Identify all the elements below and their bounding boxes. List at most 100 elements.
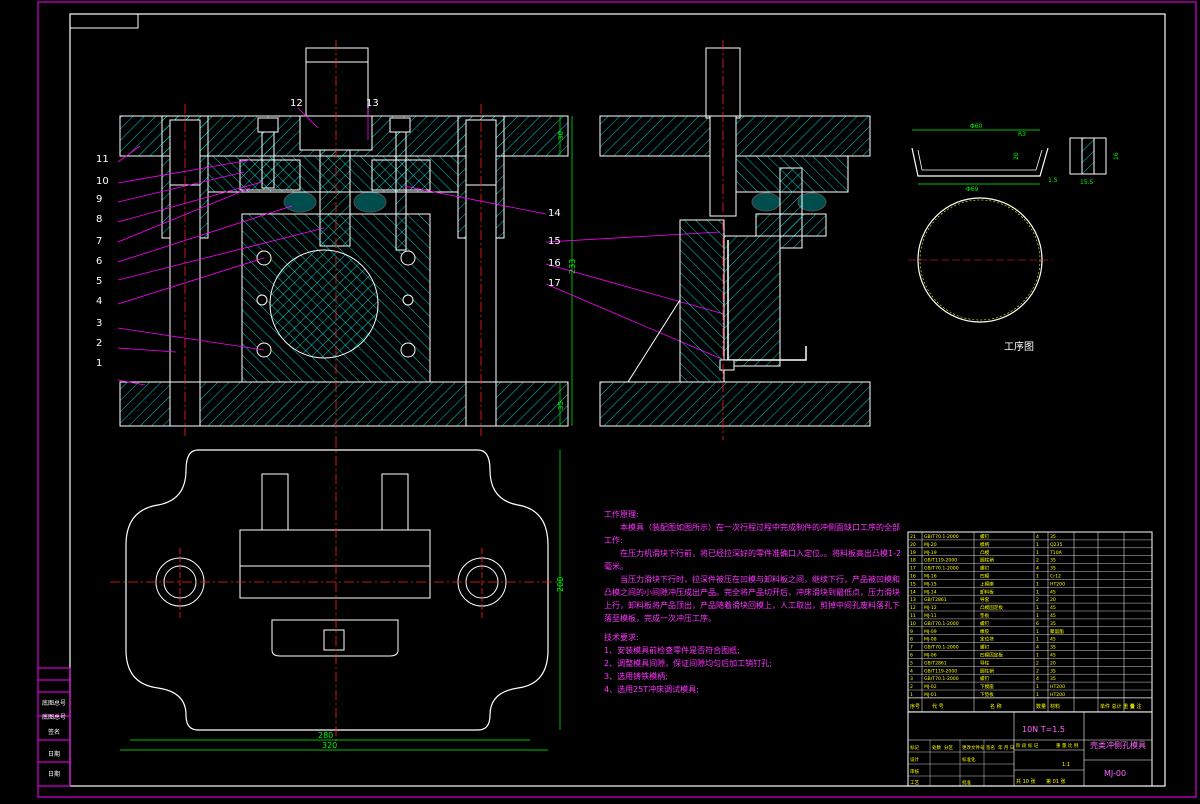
callout-10: 10 bbox=[96, 176, 109, 187]
dim-plan-height: 200 bbox=[556, 577, 565, 592]
bom-cell: Q235 bbox=[1050, 542, 1062, 548]
bom-table: 21 GB/T70.1-2000 螺钉 4 3520 MJ-20 模柄 1 Q23519 MJ-1… bbox=[907, 531, 1153, 713]
bom-cell: 螺钉 bbox=[980, 620, 990, 627]
callout-2: 2 bbox=[96, 338, 102, 349]
bom-cell: MJ-20 bbox=[924, 542, 937, 548]
bom-cell: MJ-08 bbox=[924, 637, 937, 643]
requirements-heading: 技术要求: bbox=[604, 633, 639, 642]
bom-cell: 2 bbox=[1036, 558, 1039, 564]
bom-cell: HT200 bbox=[1050, 684, 1065, 690]
dim-bottom-plate: 35 bbox=[557, 401, 565, 410]
bom-cell: 导柱 bbox=[980, 659, 990, 666]
bom-cell: GB/T119-2000 bbox=[924, 668, 957, 674]
tb-label-7: 标准化 bbox=[962, 756, 976, 763]
drawing-title: 壳类冲侧孔模具 bbox=[1090, 740, 1146, 750]
tb-label-12: 重 量 bbox=[1056, 742, 1067, 749]
tb-label-0: 标记 bbox=[910, 744, 919, 751]
bom-cell: 1 bbox=[1036, 653, 1039, 659]
notes-heading: 工作原理: bbox=[604, 510, 639, 519]
cad-drawing: 底图总号 底图总号 签名 日期 日期 233 30 35 1 2 3 4 5 6… bbox=[37, 1, 1197, 798]
tb-label-5: 年 月 日 bbox=[998, 744, 1014, 751]
tb-label-6: 设计 bbox=[910, 756, 919, 763]
bom-cell: GB/T70.1-2000 bbox=[924, 566, 959, 572]
bom-cell: 16 bbox=[910, 574, 916, 580]
tb-label-10: 批准 bbox=[962, 779, 971, 786]
tb-label-11: 阶 段 标 记 bbox=[1016, 742, 1039, 749]
notes-paragraph-1: 本模具（装配图如图所示）在一次行程过程中完成制件的冲侧面缺口工序的全部工作: bbox=[604, 523, 900, 545]
bom-cell: 14 bbox=[910, 589, 916, 595]
left-strip: 底图总号 底图总号 签名 日期 日期 bbox=[37, 667, 71, 787]
dim-part-flange: R3 bbox=[1018, 131, 1026, 138]
bom-cell: 聚氨酯 bbox=[1050, 628, 1064, 635]
callout-4: 4 bbox=[96, 296, 102, 307]
bom-cell: 凹模 bbox=[980, 573, 990, 580]
strip-label-1: 底图总号 bbox=[42, 699, 66, 707]
callout-8: 8 bbox=[96, 214, 102, 225]
dim-part-top: Φ60 bbox=[970, 123, 983, 130]
strip-label-2: 底图总号 bbox=[42, 713, 66, 721]
bom-cell: 1 bbox=[1036, 542, 1039, 548]
notes-paragraph-2: 在压力机滑块下行前，将已经拉深好的零件准确口入定位。。将料板高出凸模1-2毫米。 bbox=[604, 549, 902, 571]
bom-cell: MJ-14 bbox=[924, 589, 937, 595]
tb-label-1: 处数 bbox=[932, 744, 941, 751]
tb-label-9: 工艺 bbox=[910, 780, 919, 786]
bom-cell: 3 bbox=[910, 676, 913, 682]
bom-cell: 1 bbox=[1036, 692, 1039, 698]
bom-cell: 6 bbox=[1036, 621, 1039, 627]
bom-cell: 2 bbox=[1036, 597, 1039, 603]
bom-header-cell: 名 称 bbox=[990, 703, 1002, 710]
front-view: 233 30 35 bbox=[119, 40, 577, 440]
bom-cell: 35 bbox=[1050, 645, 1056, 651]
bom-cell: 4 bbox=[1036, 645, 1039, 651]
dim-plan-width-outer: 320 bbox=[322, 741, 337, 750]
bom-header-cell: 数量 bbox=[1036, 703, 1046, 710]
bom-cell: GB/T70.1-2000 bbox=[924, 645, 959, 651]
callout-15: 15 bbox=[548, 236, 561, 247]
bom-cell: 凸模固定板 bbox=[980, 604, 1003, 611]
bom-cell: 螺钉 bbox=[980, 565, 990, 572]
bom-cell: 1 bbox=[910, 692, 913, 698]
callout-5: 5 bbox=[96, 276, 102, 287]
bom-cell: MJ-11 bbox=[924, 613, 937, 619]
bom-cell: 2 bbox=[910, 684, 913, 690]
notes-paragraph-3: 当压力滑块下行时，拉深件被压在凹模与卸料板之间，继续下行，产品被凹模和凸模之间的… bbox=[604, 575, 900, 623]
bom-cell: 螺钉 bbox=[980, 533, 990, 540]
bom-cell: 9 bbox=[910, 629, 913, 635]
bom-cell: 45 bbox=[1050, 637, 1056, 643]
bom-cell: 4 bbox=[1036, 534, 1039, 540]
bom-cell: 1 bbox=[1036, 629, 1039, 635]
dim-top-plate: 30 bbox=[557, 131, 565, 140]
bom-cell: 1 bbox=[1036, 581, 1039, 587]
bom-cell: 1 bbox=[1036, 605, 1039, 611]
bom-cell: 35 bbox=[1050, 668, 1056, 674]
bom-cell: 8 bbox=[910, 637, 913, 643]
bom-cell: 5 bbox=[910, 660, 913, 666]
press-spec: 10N T=1.5 bbox=[1022, 725, 1065, 734]
strip-label-3: 签名 bbox=[48, 728, 60, 736]
bom-cell: 1 bbox=[1036, 613, 1039, 619]
dim-detail-width: 15.5 bbox=[1080, 179, 1094, 186]
bom-cell: MJ-15 bbox=[924, 581, 937, 587]
bom-cell: 21 bbox=[910, 534, 916, 540]
requirement-2: 2、调整模具间隙，保证间隙均匀后加工销钉孔; bbox=[604, 659, 772, 668]
bom-cell: 上模座 bbox=[980, 580, 994, 587]
bom-cell: 15 bbox=[910, 581, 916, 587]
bom-cell: GB/T70.1-2000 bbox=[924, 534, 959, 540]
bom-cell: 2 bbox=[1036, 660, 1039, 666]
bom-cell: 1 bbox=[1036, 684, 1039, 690]
bom-cell: Cr12 bbox=[1050, 574, 1061, 580]
bom-cell: 20 bbox=[910, 542, 916, 548]
callout-9: 9 bbox=[96, 194, 102, 205]
dim-detail-height: 16 bbox=[1113, 152, 1120, 160]
sheet-no: 第 01 张 bbox=[1046, 778, 1066, 785]
bom-header-cell: 序号 bbox=[910, 703, 920, 710]
bom-cell: 螺钉 bbox=[980, 644, 990, 651]
bom-cell: 4 bbox=[1036, 676, 1039, 682]
requirement-1: 1、安装模具前检查零件是否符合图纸; bbox=[604, 646, 740, 655]
bom-header-cell: 材料 bbox=[1050, 703, 1060, 710]
bom-header-cell: 备 注 bbox=[1130, 703, 1142, 710]
bom-cell: 35 bbox=[1050, 558, 1056, 564]
bom-cell: 4 bbox=[910, 668, 913, 674]
bom-cell: 2 bbox=[1036, 668, 1039, 674]
tb-label-3: 更改文件号 bbox=[962, 744, 985, 751]
